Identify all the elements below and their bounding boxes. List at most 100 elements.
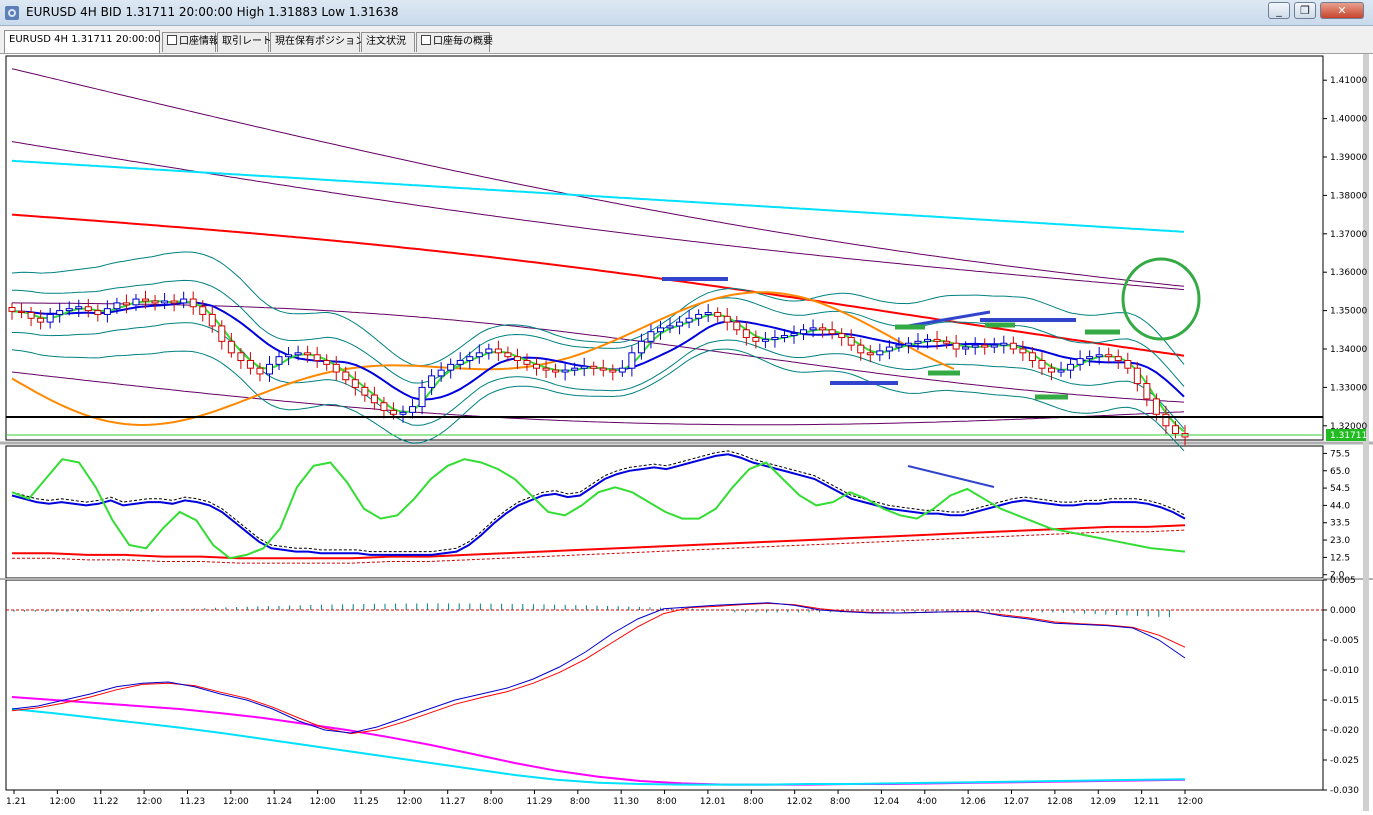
candle-bear [199, 306, 207, 315]
candle-bear [943, 340, 951, 344]
time-tick-label: 12:00 [223, 797, 249, 807]
candle-bull [771, 336, 779, 340]
macd-panel-frame [5, 579, 1324, 791]
candle-bull [685, 317, 693, 323]
candle-bull [924, 338, 932, 342]
chart-window[interactable]: 1.41000 1.40000 1.39000 1.38000 1.37000 1.360… [0, 54, 1373, 811]
candle-bull [1057, 369, 1065, 373]
candle-bull [46, 313, 54, 323]
mt4-app-icon [5, 6, 19, 20]
candle-bull [914, 340, 922, 344]
candle-bear [847, 336, 855, 346]
candle-bear [94, 310, 102, 315]
price-tick-label: 1.41000 [1330, 76, 1367, 86]
candle-bull [466, 356, 474, 362]
candle-bull [761, 338, 769, 342]
close-button[interactable]: ✕ [1320, 2, 1364, 19]
stochastic-axis: 75.565.054.544.033.523.012.52.0 [1323, 449, 1350, 581]
candle-bull [628, 352, 636, 369]
candle-bear [542, 367, 550, 371]
candle-bear [552, 369, 560, 373]
candle-bear [1047, 367, 1055, 373]
candle-bull [571, 367, 579, 371]
candle-bear [1009, 342, 1017, 350]
macd-tick-label: 0.000 [1330, 606, 1356, 616]
candle-bull [695, 313, 703, 319]
candle-bull [800, 329, 808, 335]
candle-bear [590, 365, 598, 369]
candle-bear [1171, 425, 1179, 434]
stoch-tick-label: 33.5 [1330, 519, 1350, 529]
candle-bear [752, 336, 760, 342]
time-tick-label: 8:00 [570, 797, 590, 807]
macd-tick-label: -0.010 [1330, 666, 1359, 676]
checkbox-icon [421, 35, 431, 45]
candle-bear [609, 369, 617, 373]
candle-bear [504, 352, 512, 358]
macd-tick-label: -0.025 [1330, 756, 1359, 766]
tab-trading-rates[interactable]: 取引レート [217, 32, 272, 52]
candle-bull [447, 363, 455, 371]
candle-bear [189, 298, 197, 308]
candle-bear [256, 367, 264, 375]
stoch-tick-label: 75.5 [1330, 449, 1350, 459]
time-axis: 1.21 12:00 11.22 12:00 11.23 12:00 11.24 12:00 1… [6, 790, 1203, 807]
candle-bull [65, 308, 73, 312]
window-titlebar[interactable]: EURUSD 4H BID 1.31711 20:00:00 High 1.31… [0, 0, 1373, 26]
candle-bull [1086, 356, 1094, 360]
candle-bear [227, 340, 235, 354]
candle-bull [904, 342, 912, 346]
window-title: EURUSD 4H BID 1.31711 20:00:00 High 1.31… [26, 5, 399, 19]
candle-bear [237, 352, 245, 362]
candle-bear [981, 344, 989, 348]
checkbox-icon [167, 35, 177, 45]
minimize-button[interactable]: _ [1268, 2, 1290, 19]
time-tick-label: 8:00 [830, 797, 850, 807]
candle-bear [142, 298, 150, 302]
candle-bull [265, 363, 273, 375]
price-tick-label: 1.34000 [1330, 345, 1367, 355]
time-tick-label: 12.11 [1134, 797, 1160, 807]
candle-bull [676, 321, 684, 327]
tab-account-summary[interactable]: 口座毎の概要 [416, 32, 493, 52]
macd-tick-label: -0.015 [1330, 696, 1359, 706]
main-panel-frame [5, 55, 1324, 441]
price-axis[interactable]: 1.41000 1.40000 1.39000 1.38000 1.37000 1.360… [1323, 76, 1367, 432]
candle-bear [828, 329, 836, 335]
candle-bear [1028, 352, 1036, 362]
candle-bear [952, 342, 960, 350]
time-tick-label: 12.07 [1004, 797, 1030, 807]
time-tick-label: 12.02 [787, 797, 813, 807]
time-tick-label: 12.09 [1090, 797, 1116, 807]
candle-bull [418, 386, 426, 408]
candle-bear [304, 352, 312, 356]
candle-bear [494, 348, 502, 354]
tab-open-positions[interactable]: 現在保有ポジション [270, 32, 365, 52]
time-tick-label: 11.27 [440, 797, 466, 807]
time-tick-label: 12:00 [310, 797, 336, 807]
time-tick-label: 4:00 [917, 797, 937, 807]
time-tick-label: 11.30 [613, 797, 639, 807]
tab-bar: EURUSD 4H 1.31711 20:00:00 口座情報 取引レート 現在… [0, 26, 1373, 54]
candle-bull [1000, 342, 1008, 346]
macd-tick-label: 0.005 [1330, 576, 1356, 586]
restore-button[interactable]: ❐ [1294, 2, 1316, 19]
candle-bear [1038, 360, 1046, 369]
candle-bull [885, 346, 893, 352]
time-tick-label: 8:00 [743, 797, 763, 807]
candle-bull [475, 352, 483, 358]
candle-bull [294, 352, 302, 356]
candle-bull [456, 360, 464, 365]
candle-bear [714, 312, 722, 317]
tab-order-status[interactable]: 注文状況 [361, 32, 415, 52]
chart-canvas[interactable]: 1.41000 1.40000 1.39000 1.38000 1.37000 1.360… [0, 54, 1373, 811]
time-tick-label: 8:00 [483, 797, 503, 807]
candle-bull [561, 369, 569, 373]
candle-bull [428, 375, 436, 388]
candle-bear [742, 329, 750, 338]
tab-chart-eurusd[interactable]: EURUSD 4H 1.31711 20:00:00 [4, 30, 161, 53]
candle-bear [122, 302, 130, 306]
tab-account-info[interactable]: 口座情報 [162, 32, 219, 52]
price-tick-label: 1.36000 [1330, 268, 1367, 278]
tab-label: 口座毎の概要 [433, 36, 493, 47]
